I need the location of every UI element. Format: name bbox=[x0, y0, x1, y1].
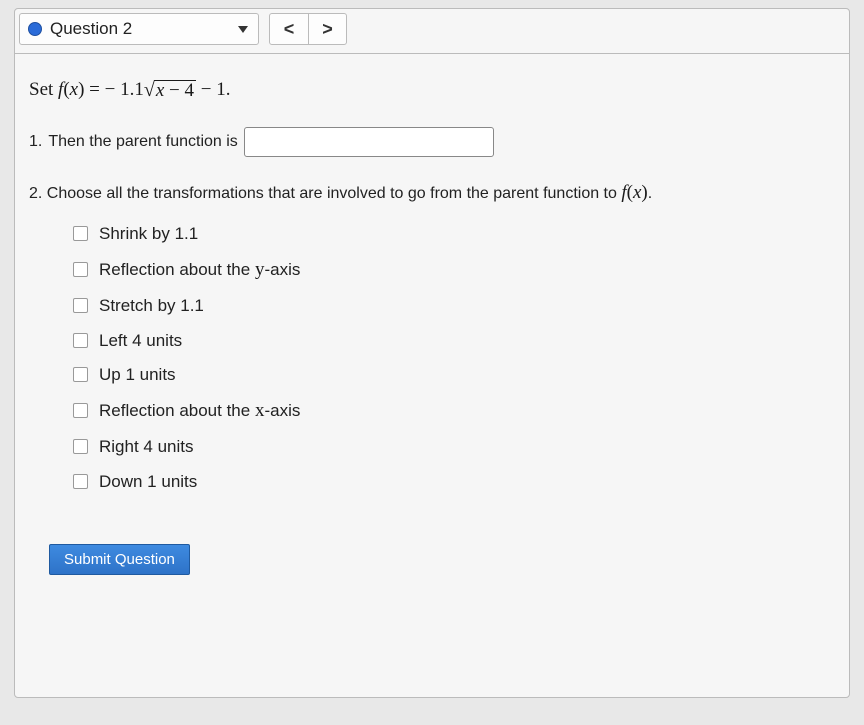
part-2: 2. Choose all the transformations that a… bbox=[29, 179, 829, 208]
label-left-4: Left 4 units bbox=[99, 328, 182, 354]
part-2-number: 2. bbox=[29, 185, 42, 202]
tail-one: 1 bbox=[216, 79, 226, 100]
label-reflect-x: Reflection about the x-axis bbox=[99, 397, 300, 426]
question-selector[interactable]: Question 2 bbox=[19, 13, 259, 45]
checkbox-left-4[interactable] bbox=[73, 333, 88, 348]
part-1: 1. Then the parent function is bbox=[29, 127, 829, 157]
label-right-4: Right 4 units bbox=[99, 434, 194, 460]
part-2-text: Choose all the transformations that are … bbox=[47, 185, 622, 202]
chevron-down-icon bbox=[238, 26, 248, 33]
coefficient: 1.1 bbox=[120, 79, 144, 100]
label-reflect-y: Reflection about the y-axis bbox=[99, 256, 300, 285]
option-reflect-x: Reflection about the x-axis bbox=[69, 397, 829, 426]
checkbox-up-1[interactable] bbox=[73, 367, 88, 382]
tail-minus: − bbox=[196, 79, 216, 100]
chevron-left-icon: < bbox=[284, 19, 295, 40]
next-question-button[interactable]: > bbox=[308, 14, 346, 44]
question-header: Question 2 < > bbox=[15, 9, 849, 49]
checkbox-down-1[interactable] bbox=[73, 474, 88, 489]
option-down-1: Down 1 units bbox=[69, 469, 829, 495]
x-var: x bbox=[255, 400, 265, 421]
checkbox-reflect-y[interactable] bbox=[73, 262, 88, 277]
function-definition: Set f(x) = − 1.1√x − 4 − 1. bbox=[29, 76, 829, 105]
part-1-text: Then the parent function is bbox=[48, 130, 237, 154]
p2-period: . bbox=[648, 185, 652, 202]
chevron-right-icon: > bbox=[322, 19, 333, 40]
set-prefix: Set bbox=[29, 79, 58, 100]
y-var: y bbox=[255, 259, 265, 280]
sqrt-expression: √x − 4 bbox=[144, 80, 196, 102]
rad-minus: − bbox=[164, 80, 184, 101]
label-stretch: Stretch by 1.1 bbox=[99, 293, 204, 319]
option-up-1: Up 1 units bbox=[69, 362, 829, 388]
checkbox-shrink[interactable] bbox=[73, 226, 88, 241]
label-up-1: Up 1 units bbox=[99, 362, 176, 388]
equals-sign: = bbox=[89, 79, 104, 100]
prev-question-button[interactable]: < bbox=[270, 14, 308, 44]
option-shrink: Shrink by 1.1 bbox=[69, 221, 829, 247]
fn-period: . bbox=[226, 79, 231, 100]
option-right-4: Right 4 units bbox=[69, 434, 829, 460]
label-down-1: Down 1 units bbox=[99, 469, 197, 495]
transformation-options: Shrink by 1.1 Reflection about the y-axi… bbox=[69, 221, 829, 494]
rad-x: x bbox=[156, 80, 164, 101]
question-content: Set f(x) = − 1.1√x − 4 − 1. 1. Then the … bbox=[15, 54, 849, 595]
paren-close: ) bbox=[78, 79, 84, 100]
fn-x: x bbox=[70, 79, 78, 100]
option-left-4: Left 4 units bbox=[69, 328, 829, 354]
question-card: Question 2 < > Set f(x) = − 1.1√x − 4 bbox=[14, 8, 850, 698]
checkbox-reflect-x[interactable] bbox=[73, 403, 88, 418]
checkbox-stretch[interactable] bbox=[73, 298, 88, 313]
radicand: x − 4 bbox=[154, 80, 196, 102]
negative-sign: − bbox=[105, 79, 120, 100]
checkbox-right-4[interactable] bbox=[73, 439, 88, 454]
rad-four: 4 bbox=[184, 80, 194, 101]
submit-question-button[interactable]: Submit Question bbox=[49, 544, 190, 575]
label-shrink: Shrink by 1.1 bbox=[99, 221, 198, 247]
question-selector-label: Question 2 bbox=[50, 19, 132, 39]
part-1-number: 1. bbox=[29, 130, 42, 154]
option-reflect-y: Reflection about the y-axis bbox=[69, 256, 829, 285]
option-stretch: Stretch by 1.1 bbox=[69, 293, 829, 319]
status-dot-icon bbox=[28, 22, 42, 36]
parent-function-input[interactable] bbox=[244, 127, 494, 157]
question-nav: < > bbox=[269, 13, 347, 45]
